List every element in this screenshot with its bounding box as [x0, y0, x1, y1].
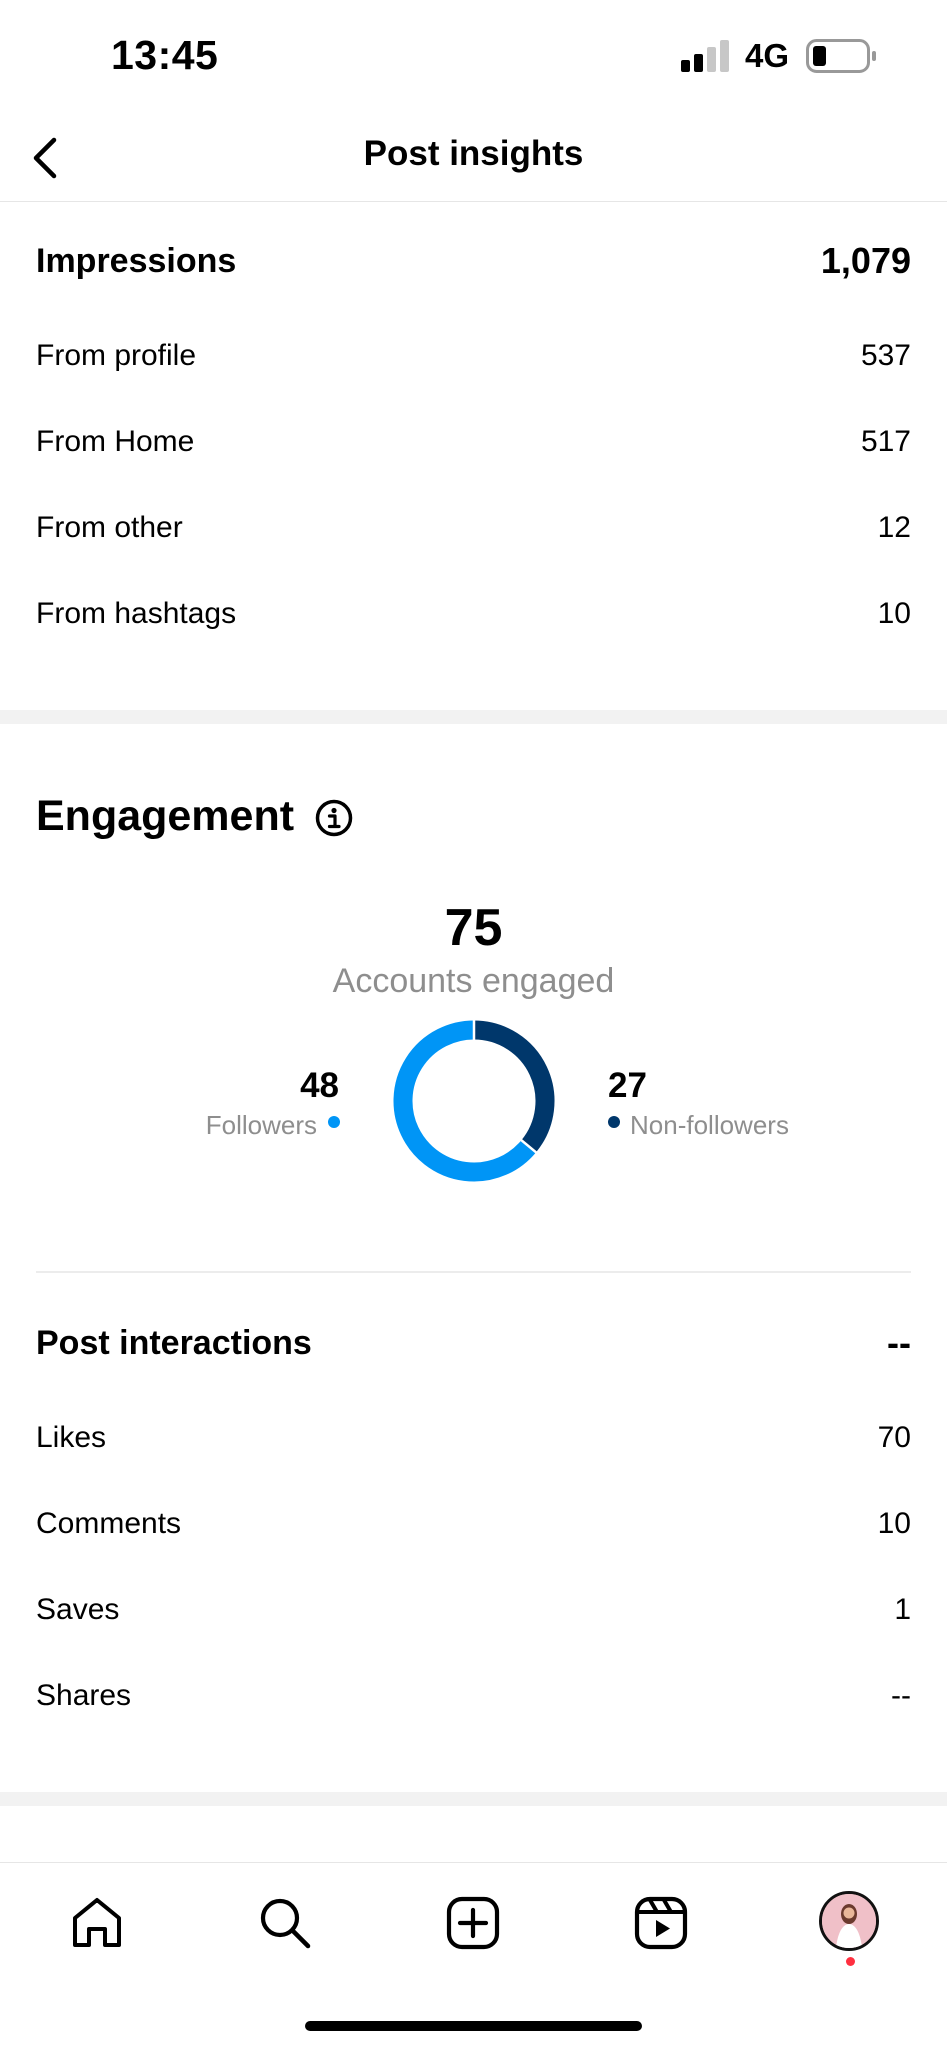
impressions-item: From Home 517	[36, 425, 911, 459]
tab-search[interactable]	[255, 1893, 315, 1953]
status-bar: 13:45 4G	[0, 0, 947, 110]
impressions-item-value: 12	[877, 511, 911, 544]
interaction-item: Shares --	[36, 1679, 911, 1713]
battery-low-icon	[806, 39, 876, 73]
tab-create[interactable]	[443, 1893, 503, 1953]
section-separator	[0, 1792, 947, 1806]
interaction-item-label: Shares	[36, 1679, 132, 1712]
interaction-item-value: 70	[877, 1421, 911, 1454]
tab-home[interactable]	[67, 1893, 127, 1953]
followers-legend-dot	[328, 1116, 340, 1128]
impressions-item: From hashtags 10	[36, 597, 911, 631]
impressions-item: From other 12	[36, 511, 911, 545]
post-interactions-label: Post interactions	[36, 1323, 312, 1362]
impressions-item-value: 537	[860, 339, 911, 372]
followers-count: 48	[300, 1066, 339, 1105]
non-followers-legend-dot	[608, 1116, 620, 1128]
engagement-donut-chart	[393, 1019, 555, 1182]
donut-slice-followers	[393, 1020, 537, 1182]
interaction-item-value: 1	[894, 1593, 911, 1626]
impressions-item-label: From other	[36, 511, 183, 544]
tab-bar	[0, 1862, 947, 2048]
section-separator	[0, 710, 947, 724]
accounts-engaged-count: 75	[444, 899, 503, 957]
interaction-item-label: Comments	[36, 1507, 182, 1540]
post-interactions-total: --	[887, 1322, 911, 1363]
post-interactions-row: Post interactions --	[36, 1322, 911, 1364]
profile-photo	[822, 1894, 876, 1948]
impressions-item-label: From hashtags	[36, 597, 237, 630]
search-icon	[260, 1898, 311, 1949]
interaction-item-value: --	[891, 1679, 911, 1712]
impressions-item-label: From profile	[36, 339, 197, 372]
info-circle-icon[interactable]	[314, 798, 354, 838]
interaction-item-label: Saves	[36, 1593, 120, 1626]
page-title: Post insights	[363, 134, 584, 173]
status-time: 13:45	[111, 32, 219, 78]
home-icon	[73, 1898, 121, 1947]
non-followers-count: 27	[608, 1066, 647, 1105]
interaction-item: Saves 1	[36, 1593, 911, 1627]
impressions-row: Impressions 1,079	[36, 240, 911, 282]
impressions-total: 1,079	[820, 240, 911, 281]
impressions-item-value: 517	[860, 425, 911, 458]
impressions-item-label: From Home	[36, 425, 195, 458]
impressions-item-value: 10	[877, 597, 911, 630]
profile-avatar[interactable]	[819, 1891, 879, 1951]
interaction-item-label: Likes	[36, 1421, 107, 1454]
non-followers-label: Non-followers	[630, 1110, 789, 1140]
divider	[36, 1271, 911, 1273]
interaction-item: Comments 10	[36, 1507, 911, 1541]
impressions-label: Impressions	[36, 241, 237, 280]
donut-slice-non-followers	[473, 1020, 555, 1153]
interaction-item-value: 10	[877, 1507, 911, 1540]
interaction-item: Likes 70	[36, 1421, 911, 1455]
tab-reels[interactable]	[631, 1893, 691, 1953]
accounts-engaged-label: Accounts engaged	[332, 962, 615, 1000]
followers-label: Followers	[205, 1110, 317, 1140]
engagement-title: Engagement	[36, 792, 295, 840]
signal-bars-icon	[681, 40, 729, 72]
reels-icon	[634, 1896, 688, 1950]
notification-dot	[846, 1957, 855, 1966]
network-label: 4G	[745, 37, 790, 74]
nav-header: Post insights	[0, 110, 947, 202]
create-post-icon	[446, 1896, 500, 1950]
impressions-item: From profile 537	[36, 339, 911, 373]
home-indicator	[305, 2021, 642, 2031]
